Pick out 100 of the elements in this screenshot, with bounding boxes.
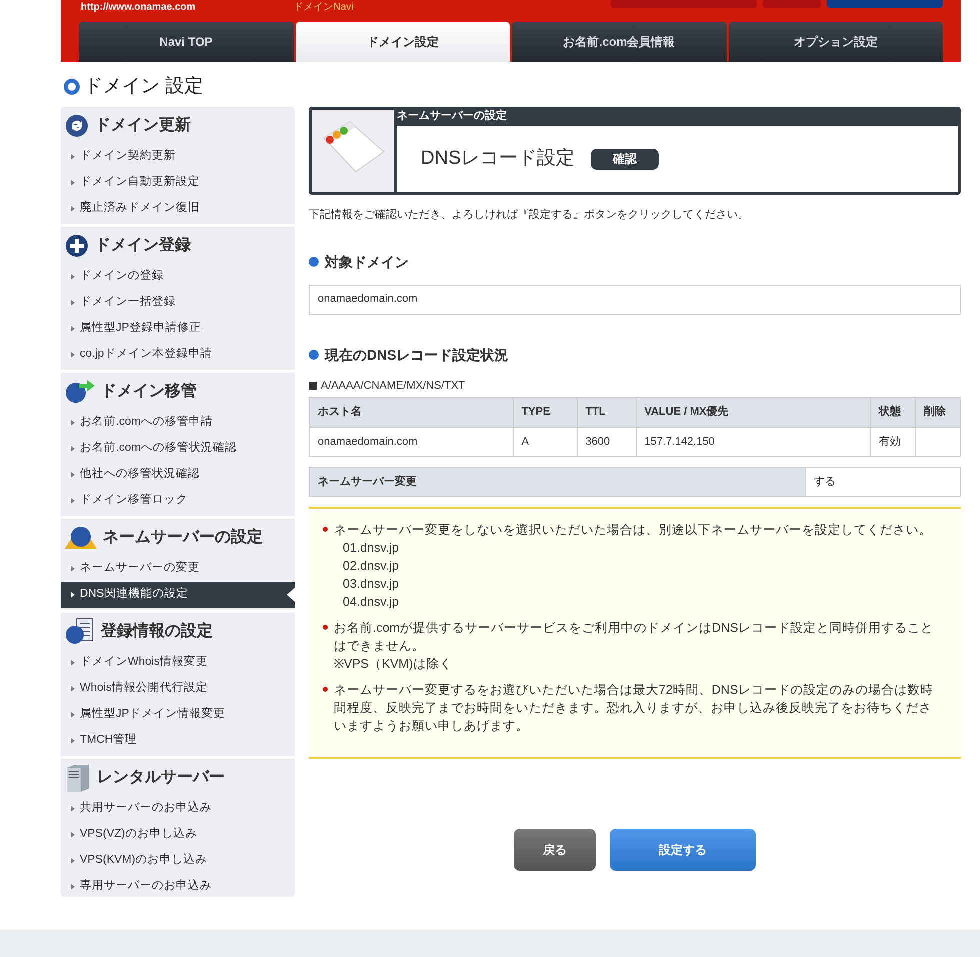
bullet-icon — [323, 687, 328, 692]
section-heading: ネームサーバーの設定 — [103, 527, 263, 548]
column-header: 状態 — [870, 398, 916, 428]
triangle-icon — [71, 592, 75, 598]
submit-button[interactable]: 設定する — [610, 829, 756, 871]
sidebar-link[interactable]: 共用サーバーのお申込み — [61, 796, 295, 822]
site-url: http://www.onamae.com — [81, 2, 196, 14]
nav-tab[interactable]: オプション設定 — [728, 22, 943, 62]
sidebar-link[interactable]: ドメイン契約更新 — [61, 144, 295, 170]
table-cell: A — [513, 428, 578, 456]
sidebar-link[interactable]: 専用サーバーのお申込み — [61, 874, 295, 900]
sidebar-link[interactable]: Whois情報公開代行設定 — [61, 676, 295, 702]
section-heading: ドメイン登録 — [95, 236, 191, 256]
triangle-icon — [71, 472, 75, 478]
triangle-icon — [71, 884, 75, 890]
globe-arrow-icon — [65, 380, 95, 404]
section-heading: 登録情報の設定 — [101, 621, 213, 642]
intro-text: 下記情報をご確認いただき、よろしければ『設定する』ボタンをクリックしてください。 — [309, 208, 750, 223]
triangle-icon — [71, 566, 75, 572]
back-button[interactable]: 戻る — [514, 829, 596, 871]
notice-line: 02.dnsv.jp — [342, 558, 400, 575]
setting-label: ネームサーバー変更 — [310, 468, 806, 496]
nav-tab[interactable]: お名前.com会員情報 — [512, 22, 726, 62]
column-header: TYPE — [513, 398, 578, 428]
sidebar-link[interactable]: ネームサーバーの変更 — [61, 556, 295, 582]
globe-person-icon — [65, 524, 97, 550]
domain-field: onamaedomain.com — [309, 284, 961, 314]
sidebar-link[interactable]: 他社への移管状況確認 — [61, 462, 295, 488]
triangle-icon — [71, 300, 75, 306]
bullet-icon — [309, 350, 319, 360]
sidebar-link[interactable]: co.jpドメイン本登録申請 — [61, 342, 295, 368]
pointer-notch — [287, 588, 295, 602]
triangle-icon — [71, 180, 75, 186]
bullet-icon — [309, 257, 319, 267]
triangle-icon — [71, 738, 75, 744]
sidebar-link[interactable]: ドメイン移管ロック — [61, 488, 295, 514]
sidebar-link[interactable]: VPS(VZ)のお申し込み — [61, 822, 295, 848]
bullet-icon — [323, 527, 328, 532]
document-globe-icon — [65, 618, 95, 646]
sidebar-link[interactable]: ドメインの登録 — [61, 264, 295, 290]
sidebar-link[interactable]: VPS(KVM)のお申し込み — [61, 848, 295, 874]
sidebar-link[interactable]: DNS関連機能の設定 — [61, 582, 295, 608]
plus-icon — [65, 234, 89, 258]
square-icon — [309, 382, 317, 390]
notice-line: 03.dnsv.jp — [342, 576, 400, 593]
sidebar-link[interactable]: ドメイン自動更新設定 — [61, 170, 295, 196]
section-heading: レンタルサーバー — [97, 768, 225, 788]
sidebar-link[interactable]: 属性型JPドメイン情報変更 — [61, 702, 295, 728]
notice-text: ネームサーバー変更をしないを選択いただいた場合は、別途以下ネームサーバーを設定してください。 — [334, 522, 932, 539]
column-header: ホスト名 — [310, 398, 514, 428]
nav-tab[interactable]: Navi TOP — [79, 22, 294, 62]
triangle-icon — [71, 660, 75, 666]
table-cell: 157.7.142.150 — [636, 428, 871, 456]
ring-icon — [64, 79, 80, 95]
column-header: TTL — [577, 398, 636, 428]
table-cell: 3600 — [577, 428, 636, 456]
triangle-icon — [71, 858, 75, 864]
panel-caption: ネームサーバーの設定 — [397, 110, 508, 124]
status-badge: 確認 — [591, 148, 660, 170]
bullet-icon — [323, 625, 328, 630]
triangle-icon — [71, 154, 75, 160]
triangle-icon — [71, 446, 75, 452]
sidebar-link[interactable]: 属性型JP登録申請修正 — [61, 316, 295, 342]
sidebar-link[interactable]: 廃止済みドメイン復旧 — [61, 196, 295, 222]
section-heading: ドメイン移管 — [101, 382, 197, 402]
nav-tab[interactable]: ドメイン設定 — [296, 22, 510, 62]
triangle-icon — [71, 274, 75, 280]
table-cell: onamaedomain.com — [310, 428, 514, 456]
notice-text: お名前.comが提供するサーバーサービスをご利用中のドメインはDNSレコード設定と同時併用することはできません。 — [334, 620, 934, 655]
triangle-icon — [71, 832, 75, 838]
section-heading: 現在のDNSレコード設定状況 — [325, 346, 509, 364]
page-title: ドメイン 設定 — [84, 74, 204, 99]
server-tower-icon — [65, 764, 91, 792]
section-heading: 対象ドメイン — [325, 252, 409, 272]
triangle-icon — [71, 420, 75, 426]
sidebar-link[interactable]: お名前.comへの移管申請 — [61, 410, 295, 436]
sidebar-link[interactable]: ドメインWhois情報変更 — [61, 650, 295, 676]
triangle-icon — [71, 206, 75, 212]
table-cell — [916, 428, 960, 456]
triangle-icon — [71, 712, 75, 718]
notice-line: 01.dnsv.jp — [342, 540, 400, 557]
refresh-icon — [65, 114, 89, 138]
triangle-icon — [71, 326, 75, 332]
triangle-icon — [71, 498, 75, 504]
sidebar-link[interactable]: ドメイン一括登録 — [61, 290, 295, 316]
column-header: 削除 — [916, 398, 960, 428]
triangle-icon — [71, 352, 75, 358]
triangle-icon — [71, 806, 75, 812]
sidebar-link[interactable]: TMCH管理 — [61, 728, 295, 754]
notice-text: ネームサーバー変更するをお選びいただいた場合は最大72時間、DNSレコードの設定のみの場合は数時間程度、反映完了までお時間をいただきます。恐れ入りますが、お申し込み後反映完了をお待ちくださいますようお願い申しあげます。 — [334, 682, 934, 735]
panel-title: DNSレコード設定 — [421, 146, 576, 171]
notice-line: 04.dnsv.jp — [342, 594, 400, 611]
app-name: ドメインNavi — [294, 2, 354, 14]
table-cell: 有効 — [870, 428, 916, 456]
notice-line: ※VPS（KVM)は除く — [334, 656, 454, 673]
setting-value: する — [813, 474, 837, 490]
sidebar-link[interactable]: お名前.comへの移管状況確認 — [61, 436, 295, 462]
section-heading: ドメイン更新 — [95, 115, 191, 136]
column-header: VALUE / MX優先 — [636, 398, 871, 428]
triangle-icon — [71, 686, 75, 692]
